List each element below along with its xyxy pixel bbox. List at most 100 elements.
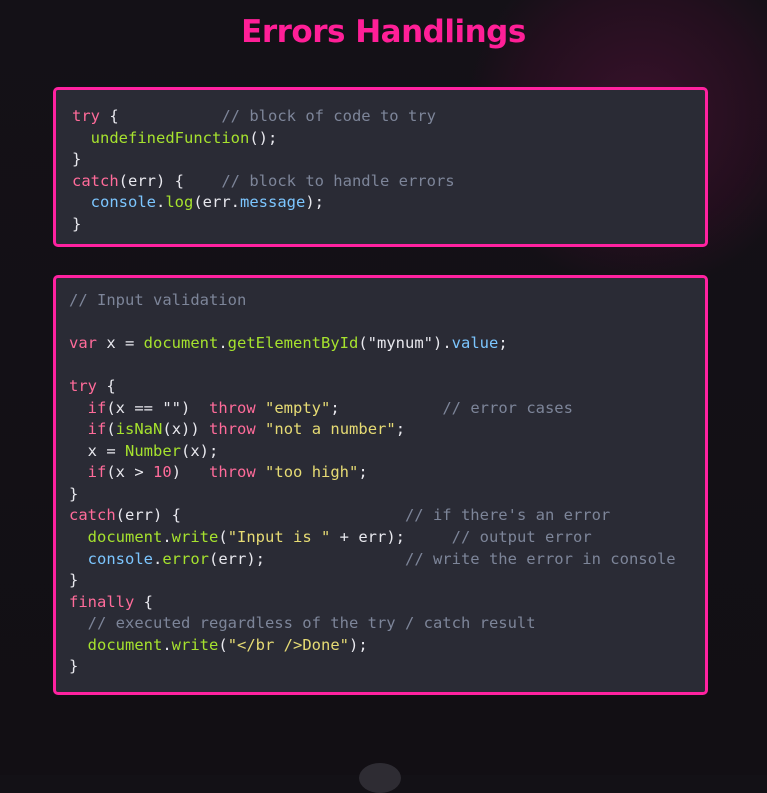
code-token: document — [143, 334, 219, 353]
code-token: (x > — [106, 463, 154, 482]
code-token: ( — [218, 528, 228, 547]
code-token: { — [134, 592, 153, 611]
code-token: try — [69, 377, 97, 396]
code-line: } — [69, 570, 676, 592]
code-token: ). — [433, 334, 452, 353]
code-token: ) — [171, 463, 210, 482]
code-token: ; — [498, 334, 508, 353]
code-line: catch(err) { // if there's an error — [69, 505, 676, 527]
code-token: // executed regardless of the try / catc… — [87, 614, 536, 633]
code-token: (x == "") — [106, 398, 209, 417]
code-token: undefinedFunction — [90, 128, 250, 147]
code-token: ( — [358, 334, 368, 353]
code-token: ); — [305, 193, 325, 212]
code-token: "Input is " — [227, 528, 331, 547]
code-line: } — [69, 484, 676, 506]
code-token: "empty" — [265, 398, 331, 417]
code-token: if — [87, 463, 107, 482]
code-token: "not a number" — [265, 420, 396, 439]
code-token: write — [171, 635, 219, 654]
code-token: . — [162, 635, 172, 654]
code-token: // error cases — [442, 398, 573, 417]
code-token: } — [69, 484, 79, 503]
code-token: document — [87, 635, 163, 654]
code-token: } — [69, 571, 79, 590]
code-line: document.write("Input is " + err); // ou… — [69, 527, 676, 549]
code-token: (); — [249, 128, 278, 147]
code-line: document.write("</br />Done"); — [69, 635, 676, 657]
code-token: console — [87, 549, 153, 568]
code-token: } — [69, 657, 79, 676]
code-card-basic-try-catch: try { // block of code to try undefinedF… — [53, 87, 708, 247]
code-line: catch(err) { // block to handle errors — [72, 171, 455, 193]
code-token: log — [165, 193, 194, 212]
code-line: x = Number(x); — [69, 441, 676, 463]
code-token: . — [156, 193, 166, 212]
code-token: Number — [125, 441, 181, 460]
code-token: write — [171, 528, 219, 547]
code-line: // executed regardless of the try / catc… — [69, 613, 676, 635]
code-line: finally { — [69, 592, 676, 614]
code-line: } — [69, 656, 676, 678]
code-line: if(x == "") throw "empty"; // error case… — [69, 398, 676, 420]
code-token: value — [451, 334, 499, 353]
code-token: isNaN — [115, 420, 163, 439]
code-line: undefinedFunction(); — [72, 128, 455, 150]
code-token: x = — [69, 441, 125, 460]
code-token: . — [162, 528, 172, 547]
code-token: if — [87, 420, 107, 439]
code-line: console.error(err); // write the error i… — [69, 549, 676, 571]
code-token: { — [97, 377, 116, 396]
page-title: Errors Handlings — [241, 14, 526, 50]
code-token: (err); — [209, 549, 405, 568]
code-token: finally — [69, 592, 135, 611]
code-line: if(x > 10) throw "too high"; — [69, 462, 676, 484]
code-token: throw — [209, 463, 256, 482]
code-token: // block of code to try — [221, 107, 436, 125]
code-token: error — [162, 549, 210, 568]
code-token: (err) { — [115, 506, 405, 525]
code-token: . — [218, 334, 228, 353]
code-line: if(isNaN(x)) throw "not a number"; — [69, 419, 676, 441]
code-card-input-validation: // Input validation var x = document.get… — [53, 275, 708, 695]
code-line: try { — [69, 376, 676, 398]
code-token: // if there's an error — [404, 506, 611, 525]
code-token: // output error — [451, 528, 592, 547]
code-token: } — [72, 214, 82, 233]
code-block: // Input validation var x = document.get… — [69, 290, 676, 678]
code-token: // write the error in console — [404, 549, 676, 568]
code-token: (x)) — [162, 420, 210, 439]
code-token: console — [90, 193, 156, 212]
code-token: document — [87, 528, 163, 547]
code-token: // Input validation — [69, 291, 247, 309]
code-token: throw — [209, 420, 256, 439]
code-line: // Input validation — [69, 290, 676, 312]
code-line: var x = document.getElementById("mynum")… — [69, 333, 676, 355]
code-token: { — [100, 107, 222, 125]
code-token: ); — [349, 635, 368, 654]
code-token: ; — [358, 463, 368, 482]
code-token: (err. — [193, 193, 241, 212]
code-line: } — [72, 214, 455, 236]
code-token: (x); — [181, 441, 219, 460]
code-token: 10 — [153, 463, 172, 482]
code-token: catch — [69, 506, 116, 525]
code-token: x = — [97, 334, 144, 353]
code-token: throw — [209, 398, 256, 417]
code-token: try — [72, 107, 100, 125]
code-token: "</br />Done" — [227, 635, 350, 654]
code-token: var — [69, 334, 97, 353]
code-token: "mynum" — [367, 334, 433, 353]
code-token: ; — [395, 420, 406, 439]
scroll-handle[interactable] — [359, 763, 401, 793]
code-token: (err) { — [118, 171, 222, 190]
code-token: ( — [106, 420, 116, 439]
